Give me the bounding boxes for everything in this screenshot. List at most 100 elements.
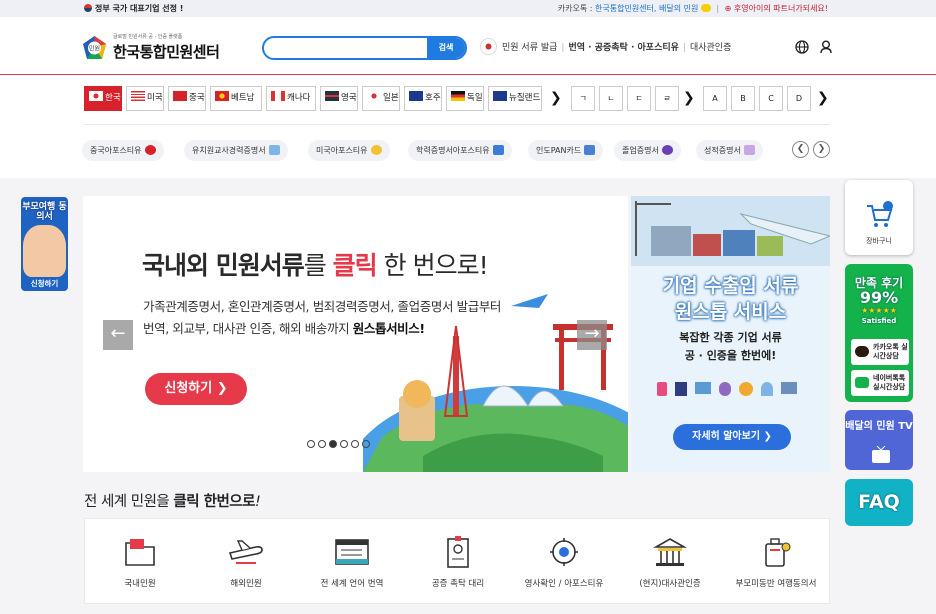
service-item[interactable]: (현지)대사관인증 xyxy=(615,519,725,605)
learn-more-button[interactable]: 자세히 알아보기 ❯ xyxy=(673,424,791,450)
faq-label: FAQ xyxy=(858,491,900,513)
service-item[interactable]: 국내민원 xyxy=(85,519,195,605)
logo-name: 한국통합민원센터 xyxy=(113,43,220,61)
services-panel: 국내민원 해외민원 전 세계 언어 번역 공증 촉탁 대리 영사확인 / 아포스티유 (현… xyxy=(84,518,830,604)
search-partner-icon: ⊕ xyxy=(724,4,732,13)
talk-icon xyxy=(855,346,869,357)
china-flag-icon xyxy=(144,145,156,155)
tab-alpha-a[interactable]: A xyxy=(703,86,727,111)
tab-consonant-3[interactable]: ㄷ xyxy=(627,86,651,111)
tab-germany[interactable]: 독일 xyxy=(446,86,484,111)
banner-prev-button[interactable]: ← xyxy=(103,320,133,350)
tab-alpha-c[interactable]: C xyxy=(759,86,783,111)
tab-vietnam[interactable]: 베트남 xyxy=(210,86,262,111)
banner-headline: 국내외 민원서류를 클릭 한 번으로! xyxy=(142,251,489,280)
naver-chat-button[interactable]: 네이버톡톡 실시간상담 xyxy=(851,370,909,396)
parent-consent-float[interactable]: 부모여행 동의서 신청하기 xyxy=(21,197,68,291)
search-button[interactable]: 검색 xyxy=(427,38,465,58)
apply-button[interactable]: 신청하기 ❯ xyxy=(145,373,247,405)
youtube-tv-float[interactable]: 배달의 민원 TV xyxy=(845,410,913,470)
chip-china-apostille[interactable]: 중국아포스티유 xyxy=(82,140,164,161)
chip-transcript[interactable]: 성적증명서 xyxy=(696,140,763,161)
gov-badge: 정부 국가 대표기업 선정 ! xyxy=(84,0,183,17)
pagination-dot[interactable] xyxy=(318,440,326,448)
service-item[interactable]: 전 세계 언어 번역 xyxy=(297,519,407,605)
service-label: 해외민원 xyxy=(230,579,262,589)
partner-link[interactable]: 후영아이의 파트너가되세요! xyxy=(734,4,828,13)
user-icon[interactable] xyxy=(820,40,832,54)
tab-korea[interactable]: 한국 xyxy=(84,86,122,111)
pagination-dot[interactable] xyxy=(362,440,370,448)
country-next-arrow[interactable]: ❯ xyxy=(550,90,562,106)
tab-australia[interactable]: 호주 xyxy=(404,86,442,111)
tab-canada[interactable]: 캐나다 xyxy=(266,86,316,111)
parent-consent-title: 부모여행 동의서 xyxy=(22,202,67,222)
service-label: 국내민원 xyxy=(124,579,156,589)
pagination-dot[interactable] xyxy=(307,440,315,448)
tab-china[interactable]: 중국 xyxy=(168,86,206,111)
header-links: 민원 서류 발급 | 번역 · 공증촉탁 · 아포스티유 | 대사관인증 xyxy=(480,38,731,57)
satisfaction-stars: ★★★★★ xyxy=(861,306,897,315)
chips-next-button[interactable]: ❯ xyxy=(813,141,830,158)
cosmetic-icon xyxy=(657,382,667,396)
tab-japan[interactable]: 일본 xyxy=(362,86,400,111)
tv-label: 배달의 민원 TV xyxy=(845,421,913,432)
service-label: 공증 촉탁 대리 xyxy=(431,579,485,589)
germany-flag-icon xyxy=(451,91,465,101)
faq-float[interactable]: FAQ xyxy=(845,479,913,526)
pagination-dot[interactable] xyxy=(351,440,359,448)
tab-consonant-4[interactable]: ㄹ xyxy=(655,86,679,111)
service-item[interactable]: 공증 촉탁 대리 xyxy=(403,519,513,605)
tab-consonant-2[interactable]: ㄴ xyxy=(599,86,623,111)
naver-talk-icon xyxy=(855,377,869,388)
chip-education-apostille[interactable]: 학력증명서아포스티유 xyxy=(408,140,512,161)
consonant-next-arrow[interactable]: ❯ xyxy=(683,90,695,106)
link-translate[interactable]: 번역 · 공증촉탁 · 아포스티유 xyxy=(568,43,678,53)
hero-banner[interactable]: 국내외 민원서류를 클릭 한 번으로! 가족관계증명서, 혼인관계증명서, 범죄… xyxy=(83,196,628,472)
globe-icon[interactable] xyxy=(795,40,809,54)
tab-consonant-1[interactable]: ㄱ xyxy=(571,86,595,111)
header: 민원 글로벌 민원서류 공 · 인증 플랫폼 한국통합민원센터 검색 민원 서류… xyxy=(0,17,936,75)
chip-graduation-cert[interactable]: 졸업증명서 xyxy=(614,140,681,161)
tab-usa[interactable]: 미국 xyxy=(126,86,164,111)
link-embassy[interactable]: 대사관인증 xyxy=(690,43,731,53)
side-sub-1: 복잡한 각종 기업 서류 xyxy=(679,331,782,344)
banner-next-button[interactable]: → xyxy=(577,320,607,350)
top-bar: 정부 국가 대표기업 선정 ! 카카오톡 : 한국통합민원센터, 배달의 민원 … xyxy=(0,0,936,17)
scale-icon xyxy=(739,382,753,396)
cart-float[interactable]: 장바구니 xyxy=(845,180,913,255)
cart-label: 장바구니 xyxy=(866,237,892,245)
chip-usa-apostille[interactable]: 미국아포스티유 xyxy=(308,140,390,161)
service-item[interactable]: 해외민원 xyxy=(191,519,301,605)
chips-prev-button[interactable]: ❮ xyxy=(792,141,809,158)
pagination-dot[interactable] xyxy=(329,440,337,448)
search-input[interactable] xyxy=(274,41,434,56)
side-banner[interactable]: 기업 수출입 서류 원스톱 서비스 복잡한 각종 기업 서류 공 · 인증을 한… xyxy=(631,196,830,472)
service-item[interactable]: 부모미동반 여행동의서 xyxy=(721,519,831,605)
service-label: 영사확인 / 아포스티유 xyxy=(524,579,604,589)
pagination-dot[interactable] xyxy=(340,440,348,448)
tab-alpha-d[interactable]: D xyxy=(787,86,811,111)
tab-alpha-b[interactable]: B xyxy=(731,86,755,111)
tab-uk[interactable]: 영국 xyxy=(320,86,358,111)
service-item[interactable]: 영사확인 / 아포스티유 xyxy=(509,519,619,605)
gem-icon xyxy=(761,382,773,396)
service-label: 부모미동반 여행동의서 xyxy=(735,579,817,589)
tv-icon xyxy=(872,446,890,463)
port-illustration xyxy=(631,196,830,266)
graduation-icon xyxy=(492,145,504,155)
kakao-channel-link[interactable]: 한국통합민원센터, 배달의 민원 xyxy=(595,4,698,13)
kakao-chat-button[interactable]: 카카오톡 실시간상담 xyxy=(851,339,909,365)
chip-india-pan[interactable]: 인도PAN카드 xyxy=(528,140,604,161)
parent-consent-apply[interactable]: 신청하기 xyxy=(21,278,68,289)
australia-flag-icon xyxy=(409,91,423,101)
alpha-next-arrow[interactable]: ❯ xyxy=(817,90,829,106)
banner-line-1: 가족관계증명서, 혼인관계증명서, 범죄경력증명서, 졸업증명서 발급부터 xyxy=(143,299,502,314)
dress-icon xyxy=(675,382,687,396)
tab-newzealand[interactable]: 뉴질랜드 xyxy=(488,86,542,111)
service-label: 전 세계 언어 번역 xyxy=(320,579,384,589)
link-issue[interactable]: 민원 서류 발급 xyxy=(502,43,557,53)
side-title-2: 원스톱 서비스 xyxy=(674,301,787,323)
chip-kindergarten-career[interactable]: 유치원교사경력증명서 xyxy=(184,140,288,161)
cart-icon xyxy=(867,201,893,227)
